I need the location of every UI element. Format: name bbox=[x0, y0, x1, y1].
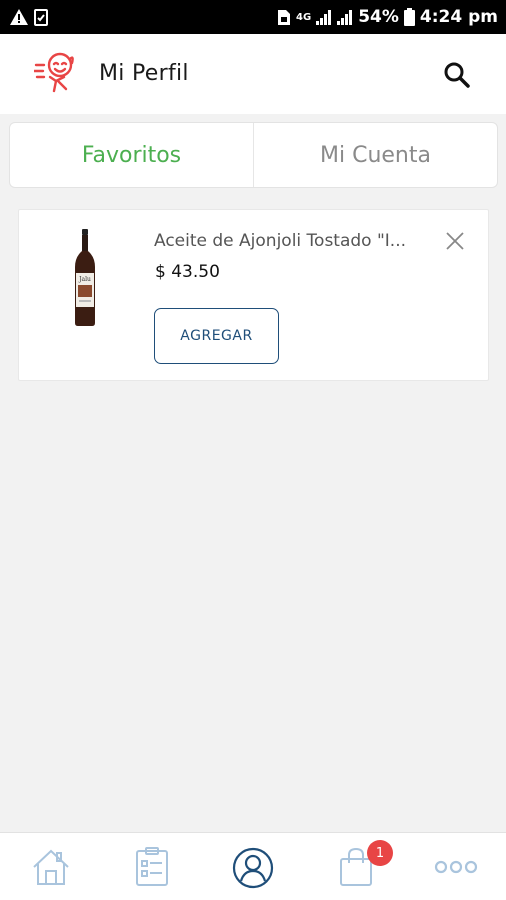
network-label: 4G bbox=[296, 11, 312, 23]
battery-percent: 54% bbox=[358, 7, 399, 27]
signal-icon-2 bbox=[337, 9, 353, 25]
warning-icon bbox=[10, 9, 28, 25]
product-price: $ 43.50 bbox=[155, 262, 220, 282]
add-to-cart-button[interactable]: AGREGAR bbox=[154, 308, 279, 364]
more-icon[interactable] bbox=[434, 859, 478, 879]
app-bar: Mi Perfil bbox=[0, 34, 506, 114]
runner-face-icon bbox=[32, 51, 80, 97]
bottom-nav bbox=[0, 832, 506, 900]
profile-icon[interactable] bbox=[232, 847, 274, 893]
tab-mi-cuenta[interactable]: Mi Cuenta bbox=[253, 123, 497, 187]
svg-text:Jalu: Jalu bbox=[78, 276, 91, 283]
profile-tabs: Favoritos Mi Cuenta bbox=[9, 122, 498, 188]
product-name[interactable]: Aceite de Ajonjoli Tostado "I... bbox=[154, 231, 444, 251]
sim-icon bbox=[277, 9, 291, 26]
home-icon[interactable] bbox=[31, 847, 71, 891]
battery-icon bbox=[403, 8, 415, 26]
search-icon[interactable] bbox=[443, 61, 471, 89]
status-bar: 4G 54% 4:24 pm bbox=[0, 0, 506, 34]
page-title: Mi Perfil bbox=[99, 61, 189, 86]
favorite-product-card: Jalu Aceite de Ajonjoli Tostado "I... $ … bbox=[18, 209, 489, 381]
task-icon bbox=[34, 8, 48, 26]
close-icon[interactable] bbox=[446, 232, 464, 250]
tab-favoritos[interactable]: Favoritos bbox=[10, 123, 253, 187]
clock: 4:24 pm bbox=[419, 7, 498, 27]
orders-icon[interactable] bbox=[134, 847, 170, 891]
cart-badge: 1 bbox=[367, 840, 393, 866]
signal-icon bbox=[316, 9, 332, 25]
product-image: Jalu bbox=[71, 229, 99, 327]
